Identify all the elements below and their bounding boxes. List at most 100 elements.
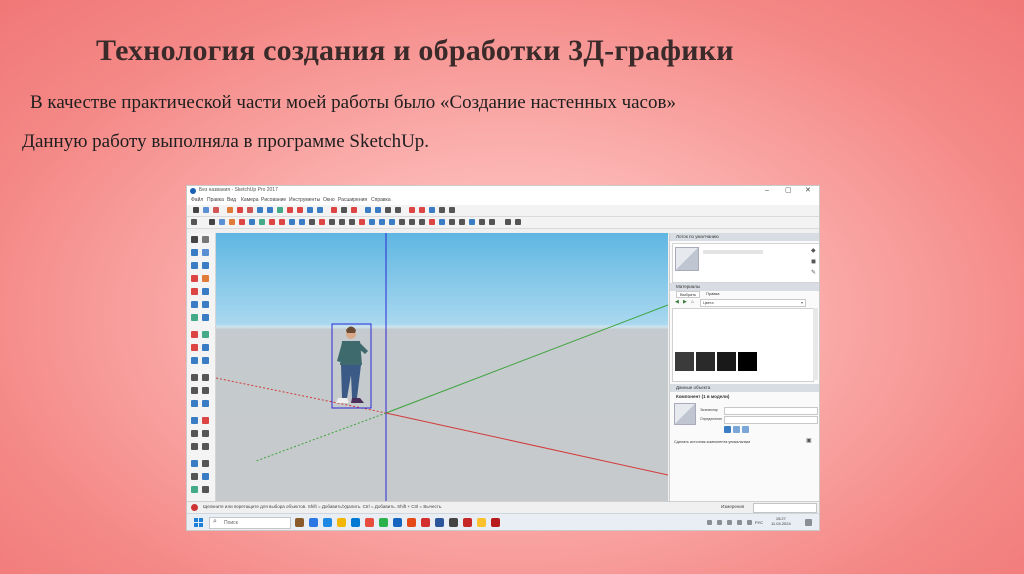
left-polygon-icon[interactable] <box>202 262 209 269</box>
material-name-field[interactable] <box>703 250 763 254</box>
settings-icon[interactable] <box>505 219 511 225</box>
mail-icon[interactable] <box>393 518 402 527</box>
left-freehand-icon[interactable] <box>202 275 209 282</box>
sketchup-taskbar-icon[interactable] <box>491 518 500 527</box>
left-axes-icon[interactable] <box>191 400 198 407</box>
move-tool-icon[interactable] <box>287 207 293 213</box>
left-look-icon[interactable] <box>191 473 198 480</box>
pan-tool-icon[interactable] <box>375 207 381 213</box>
axes-icon[interactable] <box>359 219 365 225</box>
left-dimension-icon[interactable] <box>202 374 209 381</box>
tab-select[interactable]: Выбрать <box>676 291 701 298</box>
tray-chevron-icon[interactable] <box>707 520 712 525</box>
entity-swatch[interactable] <box>674 403 696 425</box>
position-camera-icon[interactable] <box>449 207 455 213</box>
follow-me-icon[interactable] <box>289 219 295 225</box>
3d-text-icon[interactable] <box>369 219 375 225</box>
rotate-icon[interactable] <box>279 219 285 225</box>
create-material-icon[interactable]: ◼ <box>811 258 816 265</box>
scale-tool-icon[interactable] <box>307 207 313 213</box>
opera-icon[interactable] <box>421 518 430 527</box>
rotate-tool-icon[interactable] <box>297 207 303 213</box>
left-offset-icon[interactable] <box>202 357 209 364</box>
menu-tools[interactable]: Инструменты <box>289 197 320 203</box>
axes-tool-icon[interactable] <box>351 207 357 213</box>
walk-icon[interactable] <box>449 219 455 225</box>
3d-viewport[interactable] <box>216 233 668 501</box>
toggle-locked-icon[interactable] <box>733 426 740 433</box>
menu-file[interactable]: Файл <box>191 197 203 203</box>
walk-tool-icon[interactable] <box>429 207 435 213</box>
pan-icon[interactable] <box>389 219 395 225</box>
material-swatch-2[interactable] <box>696 352 715 371</box>
back-icon[interactable]: ◀ <box>675 299 679 305</box>
text-icon[interactable] <box>349 219 355 225</box>
close-icon[interactable]: ✕ <box>805 186 811 196</box>
materials-dropdown[interactable]: Цвета ▾ <box>700 299 806 307</box>
dimension-icon[interactable] <box>329 219 335 225</box>
section-plane-icon[interactable] <box>469 219 475 225</box>
left-line-icon[interactable] <box>191 275 198 282</box>
left-position-camera-icon[interactable] <box>191 460 198 467</box>
left-pan-icon[interactable] <box>202 417 209 424</box>
tray-cloud-icon[interactable] <box>717 520 722 525</box>
chrome-icon[interactable] <box>477 518 486 527</box>
left-more-icon[interactable] <box>202 486 209 493</box>
zoom-tool-icon[interactable] <box>385 207 391 213</box>
left-protractor-icon[interactable] <box>191 387 198 394</box>
position-camera-2-icon[interactable] <box>439 219 445 225</box>
previous-view-icon[interactable] <box>429 219 435 225</box>
options-icon[interactable] <box>515 219 521 225</box>
material-swatch-1[interactable] <box>675 352 694 371</box>
left-component-icon[interactable] <box>202 236 209 243</box>
taskbar-search[interactable]: ⌕ Поиск <box>209 517 291 529</box>
line-tool-icon[interactable] <box>237 207 243 213</box>
zoom-window-icon[interactable] <box>409 219 415 225</box>
toggle-shadows-icon[interactable] <box>742 426 749 433</box>
tray-battery-icon[interactable] <box>747 520 752 525</box>
toggle-hidden-icon[interactable] <box>724 426 731 433</box>
left-zoom-icon[interactable] <box>191 430 198 437</box>
tray-network-icon[interactable] <box>727 520 732 525</box>
left-section-icon[interactable] <box>202 473 209 480</box>
left-sandbox-icon[interactable] <box>191 486 198 493</box>
left-text-icon[interactable] <box>202 387 209 394</box>
left-eraser-icon[interactable] <box>202 249 209 256</box>
rectangle-tool-icon[interactable] <box>257 207 263 213</box>
orbit-icon[interactable] <box>379 219 385 225</box>
taskbar-app-icon[interactable] <box>295 518 304 527</box>
zoom-icon[interactable] <box>399 219 405 225</box>
tape-icon[interactable] <box>319 219 325 225</box>
yandex-icon[interactable] <box>365 518 374 527</box>
instance-field[interactable] <box>724 407 818 415</box>
make-unique-link[interactable]: Сделать источник компонента уникальным <box>674 440 750 444</box>
layers-icon[interactable] <box>489 219 495 225</box>
arc-tool-icon[interactable] <box>247 207 253 213</box>
definition-field[interactable] <box>724 416 818 424</box>
menu-window[interactable]: Окно <box>323 197 335 203</box>
text-tool-icon[interactable] <box>341 207 347 213</box>
pushpull-icon[interactable] <box>259 219 265 225</box>
left-zoom-window-icon[interactable] <box>202 430 209 437</box>
arc-icon[interactable] <box>239 219 245 225</box>
scale-icon[interactable] <box>299 219 305 225</box>
look-tool-icon[interactable] <box>439 207 445 213</box>
powerpoint-icon[interactable] <box>463 518 472 527</box>
left-paint-icon[interactable] <box>191 249 198 256</box>
look-around-icon[interactable] <box>459 219 465 225</box>
left-arc-icon[interactable] <box>191 314 198 321</box>
left-zoom-extents-icon[interactable] <box>191 443 198 450</box>
tape-tool-icon[interactable] <box>331 207 337 213</box>
offset-icon[interactable] <box>309 219 315 225</box>
left-orbit-icon[interactable] <box>191 417 198 424</box>
left-rectangle-icon[interactable] <box>191 288 198 295</box>
person-figure[interactable] <box>336 326 368 404</box>
status-info-icon[interactable] <box>191 504 198 511</box>
pushpull-tool-icon[interactable] <box>277 207 283 213</box>
menu-edit[interactable]: Правка <box>207 197 224 203</box>
select-icon[interactable] <box>209 219 215 225</box>
left-pie-icon[interactable] <box>202 314 209 321</box>
eraser-icon[interactable] <box>219 219 225 225</box>
home-icon[interactable]: ⌂ <box>691 299 694 305</box>
store-icon[interactable] <box>351 518 360 527</box>
